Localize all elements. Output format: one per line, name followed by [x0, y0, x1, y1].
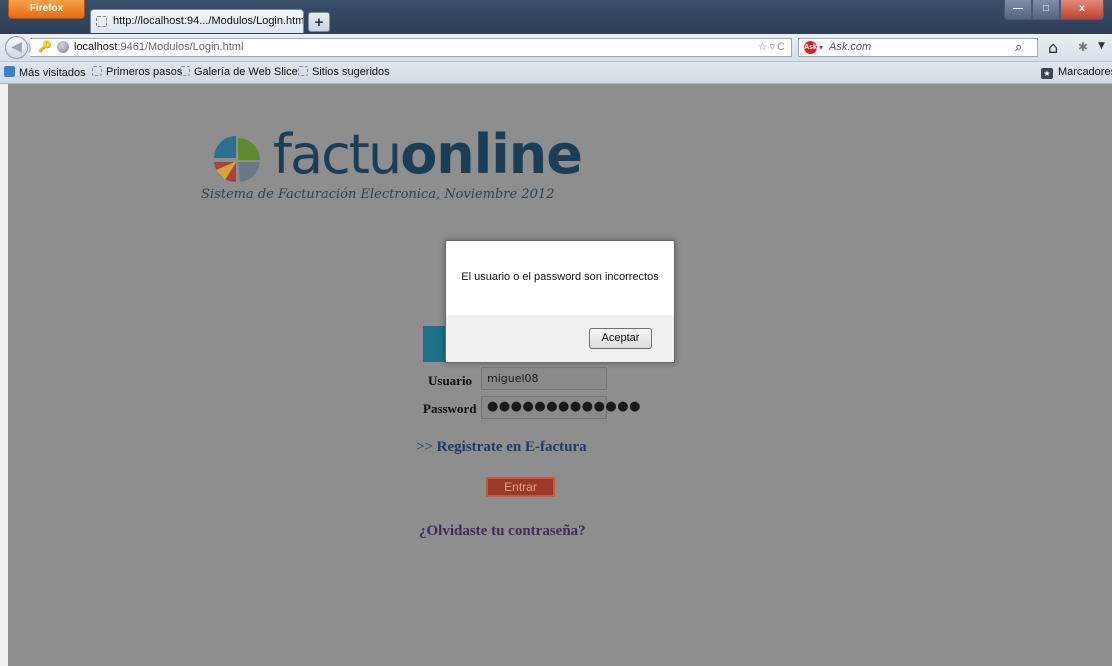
url-actions: ☆▿C: [758, 39, 787, 56]
addon-icon[interactable]: ✱: [1078, 40, 1088, 54]
password-field[interactable]: ●●●●●●●●●●●●●: [481, 396, 640, 419]
usuario-field[interactable]: miguel08: [481, 367, 607, 390]
maximize-button[interactable]: □: [1032, 0, 1060, 20]
bookmark-folder-icon: [4, 66, 15, 77]
reload-icon[interactable]: C: [777, 41, 787, 53]
bookmark-primeros-pasos[interactable]: Primeros pasos: [92, 66, 182, 79]
entrar-button[interactable]: Entrar: [486, 477, 555, 497]
bookmarks-menu[interactable]: ★ Marcadores: [1041, 66, 1112, 79]
forgot-password-link[interactable]: ¿Olvidaste tu contraseña?: [419, 523, 586, 540]
bookmarks-toolbar: Más visitados Primeros pasos Galería de …: [0, 62, 1112, 84]
bookmark-page-icon: [92, 66, 102, 76]
back-icon: ◀: [11, 39, 22, 55]
chevron-down-icon[interactable]: ▼: [1098, 41, 1105, 51]
minimize-button[interactable]: —: [1004, 0, 1032, 20]
search-input[interactable]: Ask ▾ Ask.com: [798, 38, 1038, 57]
logo-wordmark: factuonline: [273, 123, 583, 186]
error-dialog: El usuario o el password son incorrectos…: [445, 240, 675, 363]
dialog-message: El usuario o el password son incorrectos: [461, 271, 659, 283]
dialog-footer: Aceptar: [446, 315, 674, 362]
dropdown-icon[interactable]: ▿: [770, 41, 778, 53]
logo-pie-icon: [214, 136, 260, 183]
back-button[interactable]: ◀: [5, 36, 28, 59]
chevron-down-icon[interactable]: ▾: [819, 39, 823, 56]
aceptar-button[interactable]: Aceptar: [589, 328, 652, 349]
url-bar[interactable]: ) 🔑 localhost:9461/Modulos/Login.html ☆▿…: [28, 38, 792, 57]
usuario-label: Usuario: [428, 373, 473, 388]
star-icon[interactable]: ☆: [758, 41, 770, 53]
bookmark-mas-visitados[interactable]: Más visitados: [4, 66, 86, 80]
tab-title: http://localhost:94.../Modulos/Login.htm…: [113, 15, 304, 27]
window-controls: — □ x: [1004, 0, 1104, 20]
globe-icon: [57, 41, 69, 53]
tab-login[interactable]: http://localhost:94.../Modulos/Login.htm…: [90, 9, 304, 33]
ask-icon[interactable]: Ask: [804, 41, 817, 54]
bookmark-star-icon: ★: [1041, 68, 1053, 79]
navigation-toolbar: ◀ ) 🔑 localhost:9461/Modulos/Login.html …: [0, 34, 1112, 62]
url-text: localhost:9461/Modulos/Login.html: [74, 41, 244, 53]
bookmark-page-icon: [180, 66, 190, 76]
bookmark-galeria-web-slice[interactable]: Galería de Web Slice: [180, 66, 298, 79]
dialog-body: El usuario o el password son incorrectos: [446, 241, 674, 315]
bookmark-page-icon: [298, 66, 308, 76]
page-favicon-icon: [96, 16, 107, 27]
page-left-edge: [0, 84, 8, 666]
new-tab-button[interactable]: +: [308, 12, 330, 32]
key-icon[interactable]: 🔑: [38, 39, 52, 56]
close-button[interactable]: x: [1060, 0, 1104, 20]
firefox-menu-button[interactable]: Firefox: [8, 0, 85, 19]
home-icon[interactable]: ⌂: [1048, 38, 1058, 57]
password-label: Password: [423, 401, 477, 416]
search-placeholder: Ask.com: [829, 41, 872, 53]
forward-icon[interactable]: ): [28, 40, 31, 57]
search-icon[interactable]: ⌕: [1015, 40, 1022, 55]
site-subtitle: Sistema de Facturación Electronica, Novi…: [201, 187, 555, 202]
bookmark-sitios-sugeridos[interactable]: Sitios sugeridos: [298, 66, 390, 79]
register-link[interactable]: >> Registrate en E-factura: [416, 439, 587, 456]
page-viewport: factuonline Sistema de Facturación Elect…: [0, 84, 1112, 666]
window-titlebar: Firefox http://localhost:94.../Modulos/L…: [0, 0, 1112, 34]
